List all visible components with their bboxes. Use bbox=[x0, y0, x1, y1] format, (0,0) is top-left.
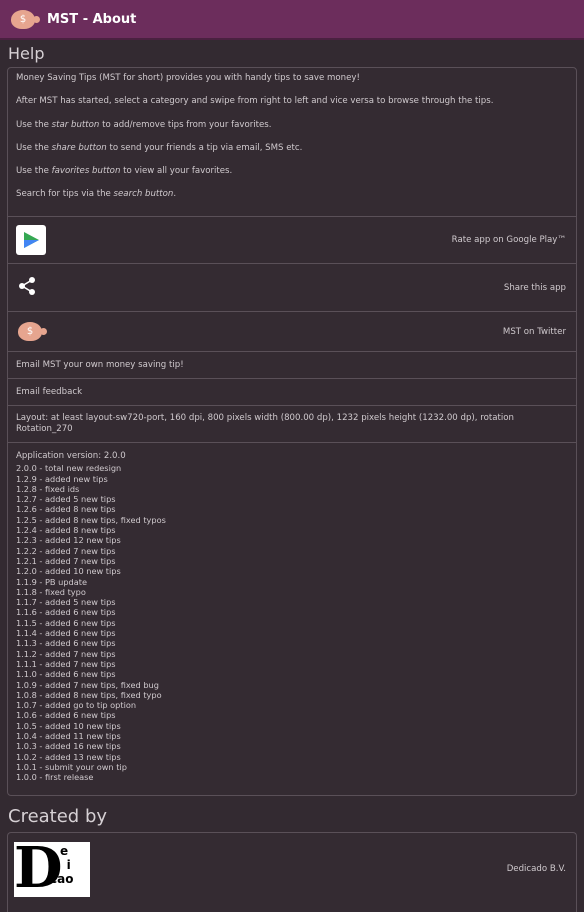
google-play-icon bbox=[16, 225, 46, 255]
twitter-row[interactable]: $ MST on Twitter bbox=[8, 311, 576, 351]
action-bar: $ MST - About bbox=[0, 0, 584, 40]
changelog-entry: 1.0.9 - added 7 new tips, fixed bug bbox=[16, 679, 159, 690]
email-tip-row[interactable]: Email MST your own money saving tip! bbox=[8, 351, 576, 378]
version-label: Application version: 2.0.0 bbox=[16, 451, 126, 461]
twitter-label: MST on Twitter bbox=[502, 326, 566, 337]
changelog-entry: 1.1.0 - added 6 new tips bbox=[16, 669, 116, 680]
changelog-entry: 1.0.6 - added 6 new tips bbox=[16, 710, 116, 721]
changelog-entry: 1.2.7 - added 5 new tips bbox=[16, 494, 116, 505]
help-paragraph: After MST has started, select a category… bbox=[16, 96, 494, 107]
share-app-row[interactable]: Share this app bbox=[8, 263, 576, 311]
changelog-entry: 1.1.8 - fixed typo bbox=[16, 586, 86, 597]
dedicado-logo: D e di cao bbox=[14, 837, 90, 899]
changelog-entry: 1.2.9 - added new tips bbox=[16, 473, 108, 484]
help-paragraph: Use the share button to send your friend… bbox=[16, 142, 303, 153]
changelog-entry: 1.1.3 - added 6 new tips bbox=[16, 638, 116, 649]
piggy-bank-icon[interactable]: $ bbox=[11, 9, 40, 29]
changelog-entry: 1.0.8 - added 8 new tips, fixed typo bbox=[16, 689, 162, 700]
changelog-entry: 1.1.4 - added 6 new tips bbox=[16, 628, 116, 639]
changelog-entry: 1.2.1 - added 7 new tips bbox=[16, 555, 116, 566]
changelog-list: 2.0.0 - total new redesign 1.2.9 - added … bbox=[16, 463, 568, 782]
changelog-entry: 1.2.2 - added 7 new tips bbox=[16, 545, 116, 556]
changelog-entry: 1.2.6 - added 8 new tips bbox=[16, 504, 116, 515]
changelog-entry: 1.0.2 - added 13 new tips bbox=[16, 751, 121, 762]
changelog-entry: 1.1.1 - added 7 new tips bbox=[16, 658, 116, 669]
help-card: Money Saving Tips (MST for short) provid… bbox=[7, 67, 577, 796]
changelog-entry: 1.2.3 - added 12 new tips bbox=[16, 535, 121, 546]
changelog-entry: 1.1.9 - PB update bbox=[16, 576, 87, 587]
help-paragraph: Search for tips via the search button. bbox=[16, 189, 177, 200]
changelog-entry: 1.0.7 - added go to tip option bbox=[16, 700, 137, 711]
email-feedback-label: Email feedback bbox=[16, 387, 83, 397]
changelog-entry: 1.1.5 - added 6 new tips bbox=[16, 617, 116, 628]
changelog-entry: 1.0.0 - first release bbox=[16, 772, 94, 783]
share-icon bbox=[16, 276, 48, 299]
changelog: Application version: 2.0.0 2.0.0 - total… bbox=[8, 442, 576, 783]
changelog-entry: 1.0.3 - added 16 new tips bbox=[16, 741, 121, 752]
changelog-entry: 1.2.8 - fixed ids bbox=[16, 483, 80, 494]
changelog-entry: 1.0.5 - added 10 new tips bbox=[16, 720, 121, 731]
changelog-entry: 1.0.4 - added 11 new tips bbox=[16, 731, 121, 742]
company-name: Dedicado B.V. bbox=[506, 864, 566, 874]
changelog-entry: 2.0.0 - total new redesign bbox=[16, 463, 122, 474]
changelog-entry: 1.2.4 - added 8 new tips bbox=[16, 525, 116, 536]
help-heading: Help bbox=[8, 44, 45, 63]
share-app-label: Share this app bbox=[503, 282, 566, 293]
layout-info-row: Layout: at least layout-sw720-port, 160 … bbox=[8, 405, 576, 442]
changelog-entry: 1.2.0 - added 10 new tips bbox=[16, 566, 121, 577]
help-paragraph: Use the favorites button to view all you… bbox=[16, 166, 233, 177]
help-text: Money Saving Tips (MST for short) provid… bbox=[8, 68, 576, 201]
page-title: MST - About bbox=[47, 11, 137, 27]
changelog-entry: 1.1.2 - added 7 new tips bbox=[16, 648, 116, 659]
rate-app-row[interactable]: Rate app on Google Play™ bbox=[8, 216, 576, 263]
changelog-entry: 1.1.7 - added 5 new tips bbox=[16, 597, 116, 608]
changelog-entry: 1.2.5 - added 8 new tips, fixed typos bbox=[16, 514, 166, 525]
piggy-bank-icon: $ bbox=[18, 322, 47, 341]
changelog-entry: 1.1.6 - added 6 new tips bbox=[16, 607, 116, 618]
help-paragraph: Money Saving Tips (MST for short) provid… bbox=[16, 73, 360, 83]
created-by-heading: Created by bbox=[8, 806, 108, 827]
email-tip-label: Email MST your own money saving tip! bbox=[16, 360, 184, 370]
rate-app-label: Rate app on Google Play™ bbox=[451, 235, 566, 245]
changelog-entry: 1.0.1 - submit your own tip bbox=[16, 761, 127, 772]
help-paragraph: Use the star button to add/remove tips f… bbox=[16, 119, 272, 130]
layout-info-text: Layout: at least layout-sw720-port, 160 … bbox=[16, 413, 514, 434]
created-by-card[interactable]: D e di cao Dedicado B.V. bbox=[7, 832, 577, 912]
email-feedback-row[interactable]: Email feedback bbox=[8, 378, 576, 405]
